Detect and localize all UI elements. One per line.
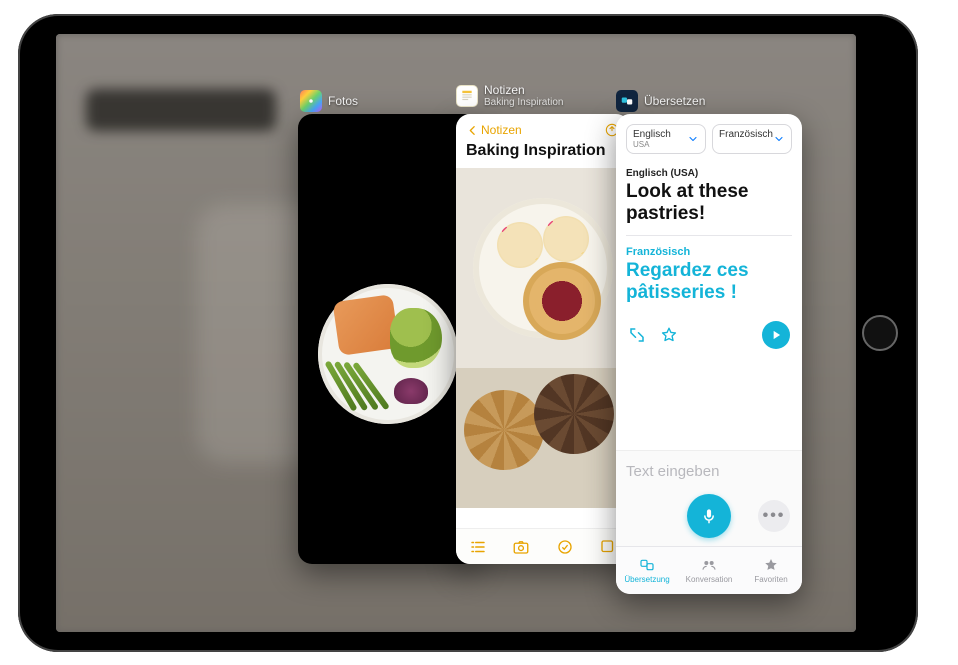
source-text: Look at these pastries!	[626, 181, 792, 225]
tab-favorites-label: Favoriten	[754, 575, 787, 584]
translated-text: Regardez ces pâtisseries !	[626, 260, 792, 304]
switcher-label-uebersetzen: Übersetzen	[644, 94, 705, 108]
switcher-label-fotos: Fotos	[328, 94, 358, 108]
uebersetzen-app-icon	[616, 90, 638, 112]
translate-input-area[interactable]: Text eingeben •••	[616, 450, 802, 546]
note-photo-1	[456, 168, 630, 368]
markup-icon[interactable]	[556, 538, 574, 556]
translate-tabbar: Übersetzung Konversation Favoriten	[616, 546, 802, 594]
ipad-screen: Fotos Notizen Baking	[56, 34, 856, 632]
photo-food-plate	[298, 274, 478, 434]
app-card-notizen[interactable]: Notizen Baking Inspiration	[456, 114, 630, 564]
note-title: Baking Inspiration	[456, 140, 630, 168]
switcher-subtitle-notizen: Baking Inspiration	[484, 97, 564, 108]
play-button[interactable]	[762, 321, 790, 349]
chevron-down-icon	[773, 133, 785, 145]
camera-icon[interactable]	[512, 538, 530, 556]
star-icon[interactable]	[660, 326, 678, 344]
tab-translate[interactable]: Übersetzung	[616, 547, 678, 594]
target-language-selector[interactable]: Französisch	[712, 124, 792, 154]
source-language-label: Englisch (USA)	[626, 168, 792, 179]
tab-translate-label: Übersetzung	[624, 575, 669, 584]
notes-back-label: Notizen	[481, 123, 522, 137]
tab-favorites[interactable]: Favoriten	[740, 547, 802, 594]
fotos-app-icon	[300, 90, 322, 112]
ipad-frame: Fotos Notizen Baking	[18, 14, 918, 652]
tab-conversation[interactable]: Konversation	[678, 547, 740, 594]
checklist-icon[interactable]	[469, 538, 487, 556]
chevron-left-icon	[466, 124, 479, 137]
notes-back-button[interactable]: Notizen	[466, 123, 522, 137]
background-title-smudge	[86, 89, 276, 131]
microphone-button[interactable]	[687, 494, 731, 538]
chevron-down-icon	[687, 133, 699, 145]
target-language-label: Französisch	[626, 246, 792, 258]
compose-icon[interactable]	[599, 538, 617, 556]
switcher-header-uebersetzen: Übersetzen	[616, 90, 705, 112]
switcher-header-notizen: Notizen Baking Inspiration	[456, 84, 564, 108]
notizen-app-icon	[456, 85, 478, 107]
divider	[626, 235, 792, 236]
home-button[interactable]	[862, 315, 898, 351]
expand-icon[interactable]	[628, 326, 646, 344]
translate-input-placeholder: Text eingeben	[626, 463, 792, 480]
note-photo-2	[456, 368, 630, 508]
more-button[interactable]: •••	[758, 500, 790, 532]
source-language-selector[interactable]: Englisch USA	[626, 124, 706, 154]
switcher-header-fotos: Fotos	[300, 90, 358, 112]
app-card-fotos[interactable]	[298, 114, 478, 564]
notes-toolbar	[456, 528, 630, 564]
tab-conversation-label: Konversation	[686, 575, 733, 584]
switcher-label-notizen: Notizen	[484, 84, 564, 97]
app-card-uebersetzen[interactable]: Englisch USA Französisch Englisch (USA) …	[616, 114, 802, 594]
